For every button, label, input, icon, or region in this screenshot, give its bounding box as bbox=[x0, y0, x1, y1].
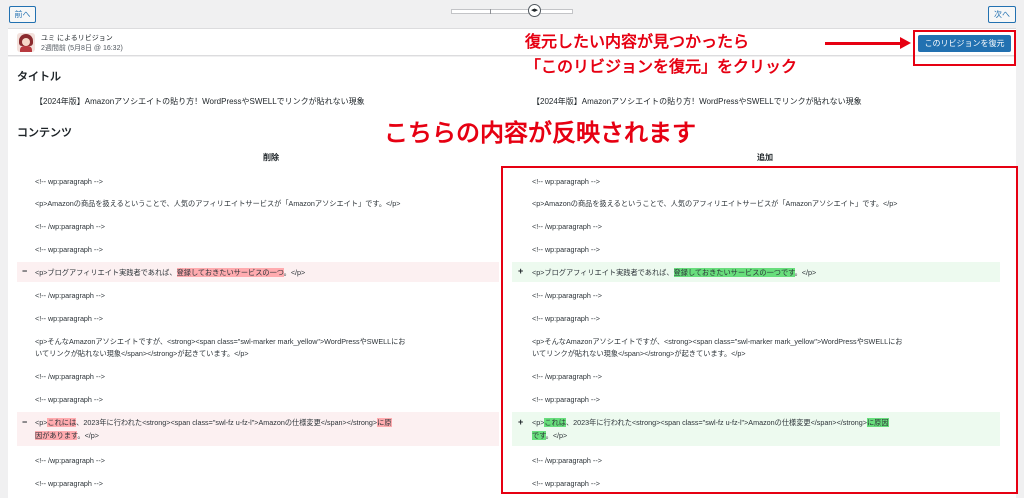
annotation-instruction-line2: 「このリビジョンを復元」をクリック bbox=[525, 57, 798, 76]
removed-line: <!-- /wp:paragraph --> bbox=[35, 222, 105, 231]
removed-line: <!-- wp:paragraph --> bbox=[35, 314, 103, 323]
removed-line: <p>Amazonの商品を扱えるということで、人気のアフィリエイトサービスが「A… bbox=[35, 199, 401, 208]
column-removed-header: 削除 bbox=[263, 153, 279, 162]
revision-slider-handle[interactable]: ◂▸ bbox=[528, 4, 541, 17]
removed-word-highlight: これには bbox=[47, 418, 77, 427]
minus-sign: − bbox=[22, 266, 28, 276]
title-added: 【2024年版】Amazonアソシエイトの貼り方！WordPressやSWELL… bbox=[532, 97, 862, 106]
section-title-heading: タイトル bbox=[17, 71, 61, 83]
revision-slider-tick bbox=[490, 9, 491, 14]
annotation-reflected-content: こちらの内容が反映されます bbox=[384, 119, 696, 147]
avatar bbox=[17, 33, 35, 52]
annotation-arrow-shaft bbox=[825, 42, 903, 45]
removed-line: <!-- wp:paragraph --> bbox=[35, 245, 103, 254]
revision-navigation: 前へ ◂▸ 次へ bbox=[0, 0, 1024, 28]
annotation-arrow-head bbox=[900, 37, 911, 49]
revision-author: ユミ によるリビジョン bbox=[41, 35, 113, 42]
removed-line: <p>そんなAmazonアソシエイトですが、<strong><span clas… bbox=[35, 337, 406, 346]
removed-word-highlight: 登録しておきたいサービスの一つ bbox=[176, 268, 284, 277]
removed-line: <!-- wp:paragraph --> bbox=[35, 479, 103, 488]
removed-line-changed: <p>これには、2023年に行われた<strong><span class="s… bbox=[35, 417, 392, 428]
text-segment: <p>ブログアフィリエイト実践者であれば、 bbox=[35, 268, 177, 277]
removed-word-highlight: 因があります bbox=[35, 431, 78, 440]
revision-time: 2週間前 (5月8日 @ 16:32) bbox=[41, 45, 123, 52]
text-segment: 、2023年に行われた<strong><span class="swl-fz u… bbox=[76, 418, 378, 427]
revision-slider-track[interactable] bbox=[451, 9, 573, 14]
next-button[interactable]: 次へ bbox=[988, 6, 1016, 23]
text-segment: 。</p> bbox=[77, 431, 99, 440]
avatar-body bbox=[20, 46, 32, 52]
removed-line-changed: 因があります。</p> bbox=[35, 430, 99, 441]
text-segment: <p> bbox=[35, 418, 48, 427]
title-removed: 【2024年版】Amazonアソシエイトの貼り方！WordPressやSWELL… bbox=[35, 97, 365, 106]
removed-line: <!-- /wp:paragraph --> bbox=[35, 456, 105, 465]
column-added-header: 追加 bbox=[757, 153, 773, 162]
removed-word-highlight: に原 bbox=[377, 418, 392, 427]
removed-line: <!-- /wp:paragraph --> bbox=[35, 291, 105, 300]
removed-line: <!-- /wp:paragraph --> bbox=[35, 372, 105, 381]
previous-button[interactable]: 前へ bbox=[9, 6, 36, 23]
removed-line: <!-- wp:paragraph --> bbox=[35, 177, 103, 186]
annotation-instruction-line1: 復元したい内容が見つかったら bbox=[525, 32, 750, 51]
removed-line-changed: <p>ブログアフィリエイト実践者であれば、登録しておきたいサービスの一つ。</p… bbox=[35, 267, 305, 278]
minus-sign: − bbox=[22, 417, 28, 427]
restore-button-highlight-box bbox=[913, 30, 1016, 66]
avatar-face bbox=[22, 38, 30, 46]
text-segment: 。</p> bbox=[283, 268, 306, 277]
removed-line: <!-- wp:paragraph --> bbox=[35, 395, 103, 404]
added-content-highlight-box bbox=[501, 166, 1018, 494]
section-content-heading: コンテンツ bbox=[17, 127, 72, 139]
removed-line: いてリンクが貼れない現象</span></strong>が起きています。</p> bbox=[35, 349, 249, 358]
